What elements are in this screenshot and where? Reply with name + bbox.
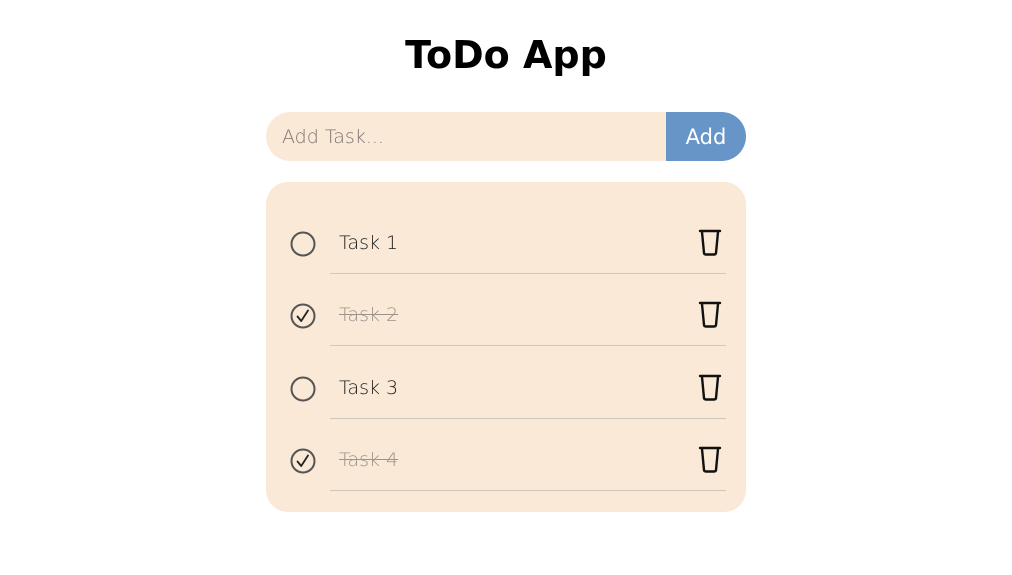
check-circle-icon[interactable] — [290, 448, 316, 474]
trash-icon[interactable] — [698, 300, 722, 328]
task-item[interactable]: Task 3 — [266, 340, 746, 419]
divider — [330, 490, 726, 491]
check-circle-icon[interactable] — [290, 303, 316, 329]
trash-icon[interactable] — [698, 445, 722, 473]
add-button[interactable]: Add — [666, 112, 746, 161]
trash-icon[interactable] — [698, 228, 722, 256]
circle-icon[interactable] — [290, 231, 316, 257]
task-item[interactable]: Task 2 — [266, 267, 746, 346]
task-item[interactable]: Task 1 — [266, 195, 746, 274]
task-label: Task 3 — [339, 377, 399, 399]
task-list: Task 1 Task 2 Task 3 Task 4 — [266, 182, 746, 512]
task-item[interactable]: Task 4 — [266, 412, 746, 491]
add-task-input[interactable] — [266, 112, 666, 161]
add-task-form: Add — [266, 112, 746, 161]
task-label: Task 1 — [339, 232, 399, 254]
trash-icon[interactable] — [698, 373, 722, 401]
task-label: Task 4 — [339, 449, 399, 471]
todo-app: ToDo App Add Task 1 Task 2 Task 3 Task 4 — [0, 0, 1012, 575]
circle-icon[interactable] — [290, 376, 316, 402]
page-title: ToDo App — [405, 33, 607, 77]
task-label: Task 2 — [339, 304, 399, 326]
